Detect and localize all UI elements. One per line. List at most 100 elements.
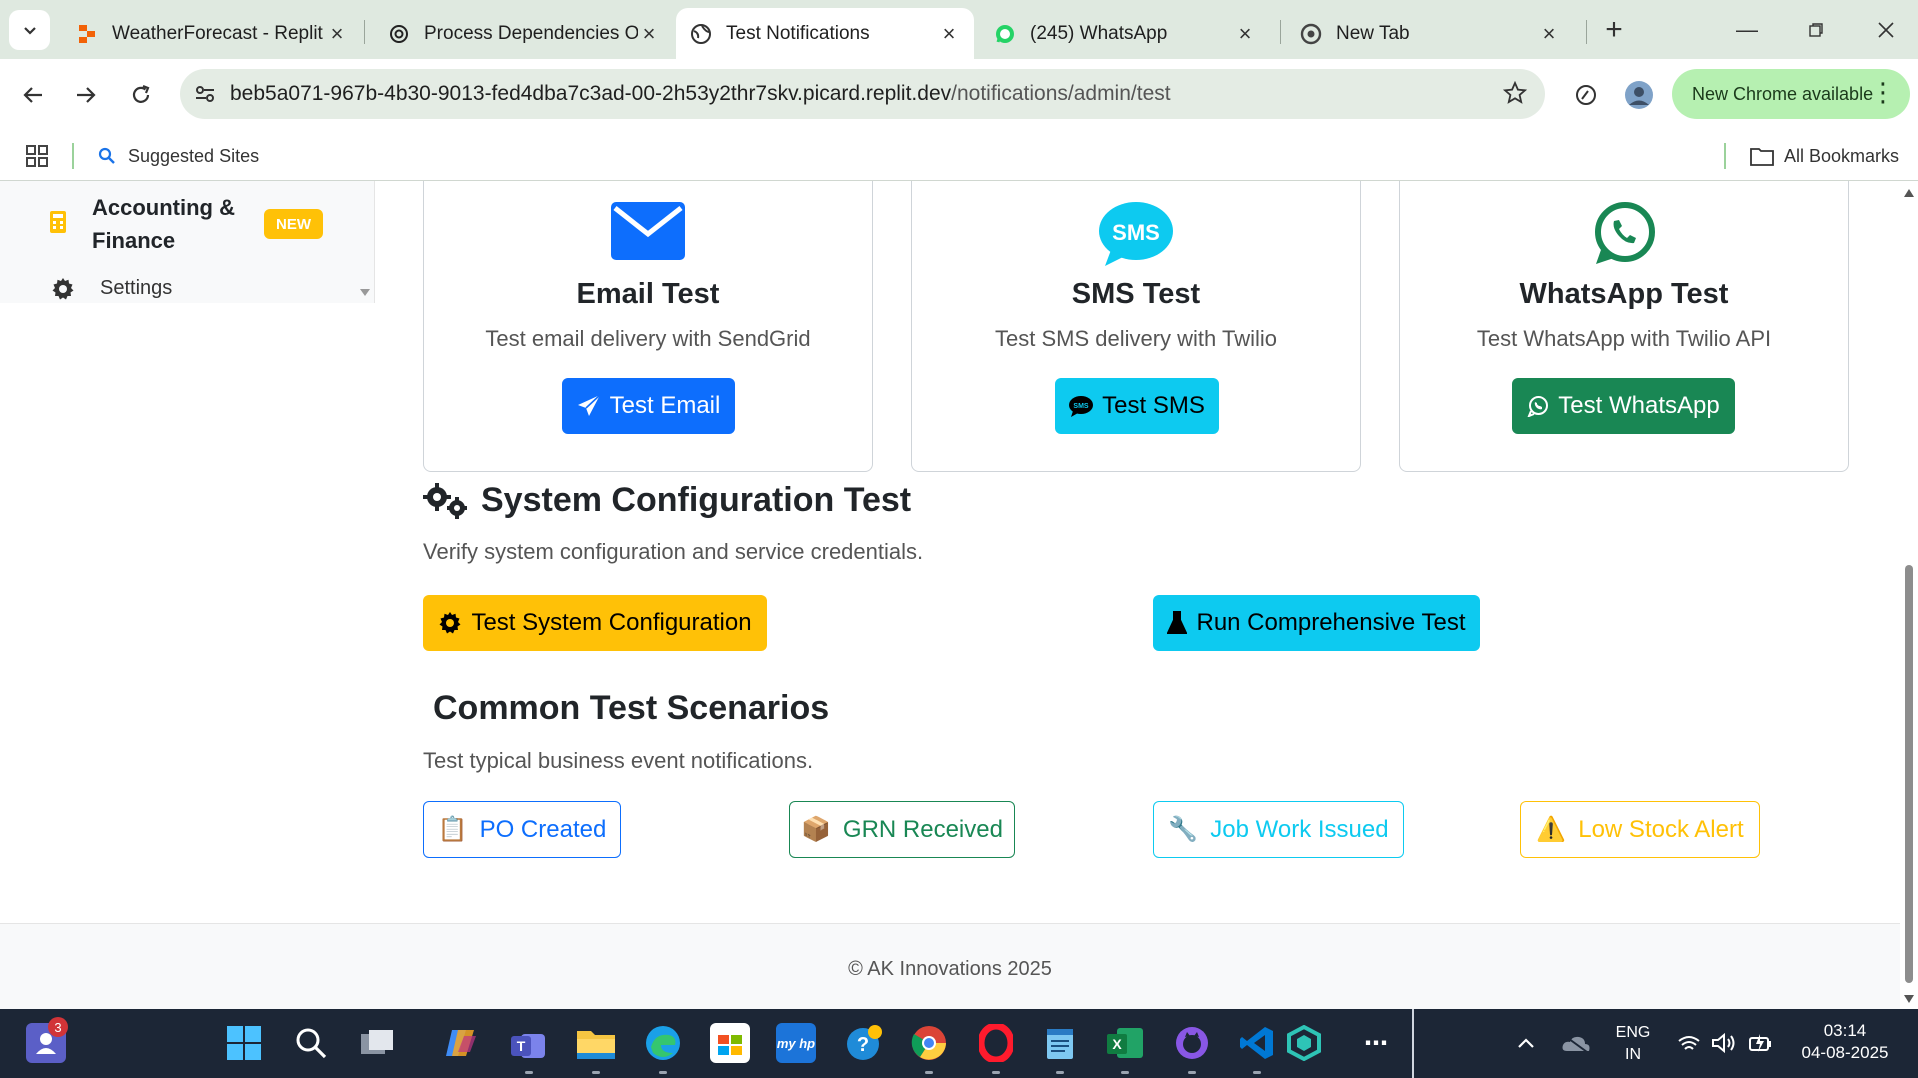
tab-separator (364, 20, 365, 44)
back-button[interactable] (10, 72, 56, 118)
microsoft-store-icon[interactable] (710, 1023, 750, 1063)
site-info-icon[interactable] (180, 83, 230, 105)
tab-process-dependencies[interactable]: Process Dependencies O × (374, 8, 674, 59)
wrench-icon: 🔧 (1168, 816, 1199, 843)
address-bar[interactable]: beb5a071-967b-4b30-9013-fed4dba7c3ad-00-… (180, 69, 1545, 119)
clock-time: 03:14 (1823, 1021, 1867, 1040)
scrollbar-thumb[interactable] (1905, 565, 1913, 983)
close-tab-icon[interactable]: × (938, 21, 960, 46)
myhp-icon[interactable]: my hp (776, 1023, 816, 1063)
clock[interactable]: 03:14 04-08-2025 (1790, 1020, 1900, 1064)
running-indicator (1188, 1071, 1196, 1074)
more-apps-icon[interactable]: ⋯ (1356, 1023, 1396, 1063)
scroll-up-icon[interactable] (1904, 189, 1914, 197)
button-label: GRN Received (842, 815, 1003, 843)
copilot-icon[interactable] (441, 1023, 481, 1063)
page-footer: © AK Innovations 2025 (0, 923, 1900, 1009)
close-tab-icon[interactable]: × (326, 21, 348, 46)
clipboard-icon: 📋 (437, 816, 468, 843)
button-label: Test WhatsApp (1558, 392, 1720, 419)
tab-test-notifications[interactable]: Test Notifications × (676, 8, 974, 59)
test-whatsapp-button[interactable]: Test WhatsApp (1512, 378, 1735, 434)
gear-icon (51, 277, 75, 306)
cursor-app-icon[interactable] (1284, 1023, 1324, 1063)
more-menu-icon[interactable]: ⋮ (1870, 79, 1896, 105)
whatsapp-icon (1527, 396, 1549, 417)
minimize-button[interactable]: — (1725, 10, 1769, 50)
file-explorer-icon[interactable] (576, 1023, 616, 1063)
suggested-sites-bookmark[interactable]: Suggested Sites (98, 131, 259, 181)
windows-start-icon[interactable] (224, 1023, 264, 1063)
restore-icon (1809, 23, 1823, 37)
excel-icon[interactable]: X (1105, 1023, 1145, 1063)
tab-weatherforecast[interactable]: WeatherForecast - Replit × (62, 8, 362, 59)
edge-icon[interactable] (643, 1023, 683, 1063)
svg-text:SMS: SMS (1074, 403, 1090, 410)
forward-button[interactable] (63, 72, 109, 118)
grn-received-button[interactable]: 📦 GRN Received (789, 801, 1015, 858)
new-tab-button[interactable]: + (1596, 12, 1632, 48)
opera-icon[interactable] (976, 1023, 1016, 1063)
sidebar-scroll-down-icon[interactable] (360, 289, 370, 296)
wifi-icon[interactable] (1669, 1023, 1709, 1063)
github-icon[interactable] (1172, 1023, 1212, 1063)
test-system-configuration-button[interactable]: Test System Configuration (423, 595, 767, 651)
svg-text:?: ? (857, 1034, 869, 1056)
battery-icon[interactable] (1741, 1023, 1781, 1063)
arrow-right-icon (77, 87, 96, 103)
close-tab-icon[interactable]: × (1234, 21, 1256, 46)
sidebar-item-settings[interactable]: Settings (0, 275, 375, 303)
volume-icon[interactable] (1704, 1023, 1744, 1063)
whatsapp-test-card: WhatsApp Test Test WhatsApp with Twilio … (1399, 181, 1849, 472)
scroll-down-icon[interactable] (1904, 995, 1914, 1003)
po-created-button[interactable]: 📋 PO Created (423, 801, 621, 858)
reload-button[interactable] (118, 72, 164, 118)
low-stock-alert-button[interactable]: ⚠️ Low Stock Alert (1520, 801, 1760, 858)
task-view-icon[interactable] (357, 1023, 397, 1063)
avatar (1625, 81, 1653, 109)
url-text[interactable]: beb5a071-967b-4b30-9013-fed4dba7c3ad-00-… (230, 82, 1171, 106)
sidebar-item-label: Accounting & Finance (92, 191, 235, 257)
job-work-issued-button[interactable]: 🔧 Job Work Issued (1153, 801, 1404, 858)
new-chrome-available-button[interactable]: New Chrome available ⋮ (1672, 69, 1910, 119)
chrome-icon[interactable] (909, 1023, 949, 1063)
button-label: Test SMS (1102, 392, 1205, 419)
sms-bubble-icon: SMS (912, 202, 1360, 266)
chevron-up-icon[interactable] (1506, 1023, 1546, 1063)
envelope-icon (424, 202, 872, 260)
vscode-icon[interactable] (1237, 1023, 1277, 1063)
onedrive-icon[interactable] (1556, 1023, 1596, 1063)
bookmark-star-icon[interactable] (1502, 80, 1528, 110)
taskbar-separator (1412, 1009, 1414, 1078)
profile-button[interactable] (1616, 72, 1662, 118)
sidebar-item-accounting-finance[interactable]: Accounting & Finance NEW (0, 187, 375, 259)
test-email-button[interactable]: Test Email (562, 378, 735, 434)
tab-new-tab[interactable]: New Tab × (1286, 8, 1574, 59)
openai-icon (388, 23, 410, 45)
restore-button[interactable] (1794, 10, 1838, 50)
close-tab-icon[interactable]: × (638, 21, 660, 46)
teams-icon[interactable]: T (509, 1023, 549, 1063)
svg-text:T: T (517, 1038, 526, 1054)
button-label: Job Work Issued (1210, 815, 1389, 843)
test-sms-button[interactable]: SMS Test SMS (1055, 378, 1219, 434)
bookmarks-separator (72, 143, 74, 169)
apps-grid-icon[interactable] (26, 145, 48, 172)
help-icon[interactable]: ? (844, 1023, 884, 1063)
system-config-heading: System Configuration Test (423, 481, 911, 520)
language-indicator[interactable]: ENG IN (1608, 1022, 1658, 1066)
gear-icon (439, 612, 461, 634)
browser-toolbar: beb5a071-967b-4b30-9013-fed4dba7c3ad-00-… (0, 59, 1918, 131)
all-bookmarks-button[interactable]: All Bookmarks (1750, 131, 1899, 181)
run-comprehensive-test-button[interactable]: Run Comprehensive Test (1153, 595, 1480, 651)
close-tab-icon[interactable]: × (1538, 21, 1560, 46)
arrow-left-icon (23, 87, 42, 103)
tab-search-button[interactable] (9, 10, 50, 50)
page-scrollbar[interactable] (1900, 181, 1918, 1009)
notepad-icon[interactable] (1040, 1023, 1080, 1063)
card-title: SMS Test (1071, 278, 1201, 310)
search-icon[interactable] (291, 1023, 331, 1063)
performance-button[interactable] (1563, 72, 1609, 118)
tab-whatsapp[interactable]: (245) WhatsApp × (980, 8, 1270, 59)
close-window-button[interactable] (1864, 10, 1908, 50)
